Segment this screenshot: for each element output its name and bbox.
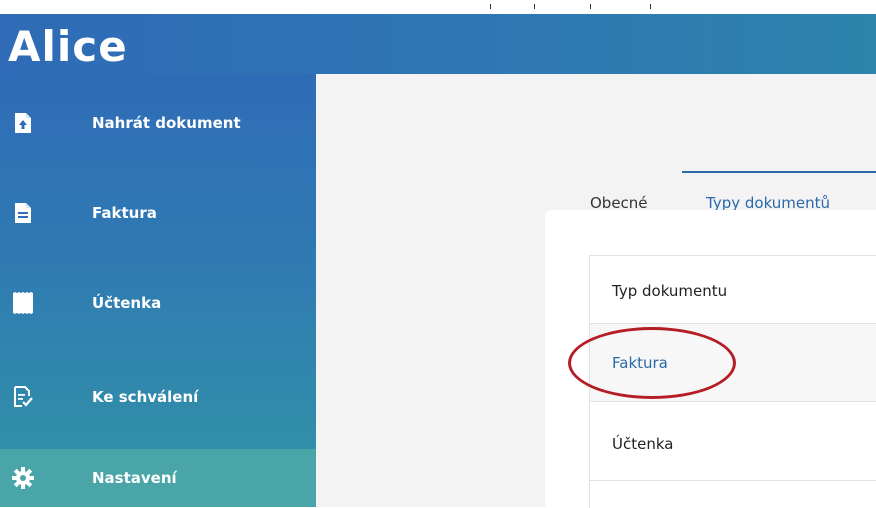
sidebar-item-invoice[interactable]: Faktura [0, 184, 316, 242]
upload-file-icon [12, 110, 34, 136]
active-tab-indicator [682, 171, 876, 173]
document-type-link[interactable]: Faktura [612, 354, 668, 372]
sidebar-item-receipt[interactable]: Účtenka [0, 274, 316, 332]
column-header-document-type: Typ dokumentu [612, 282, 728, 300]
receipt-icon [12, 290, 34, 316]
table-row[interactable]: Faktura [590, 324, 876, 402]
document-icon [12, 200, 34, 226]
sidebar-item-label: Nastavení [92, 469, 177, 487]
document-types-table: Typ dokumentu Faktura Účtenka [589, 255, 876, 508]
top-bar: Alice [0, 14, 876, 74]
sidebar-item-label: Ke schválení [92, 388, 199, 406]
table-row[interactable]: Účtenka [590, 402, 876, 481]
sidebar-item-for-approval[interactable]: Ke schválení [0, 368, 316, 426]
sidebar-item-settings[interactable]: Nastavení [0, 449, 316, 507]
sidebar: Nahrát dokument Faktura Účtenka Ke schvá… [0, 74, 316, 507]
gear-icon [12, 465, 34, 491]
document-type-name: Účtenka [612, 435, 674, 453]
table-header-row: Typ dokumentu [590, 256, 876, 324]
sidebar-item-upload-document[interactable]: Nahrát dokument [0, 94, 316, 152]
top-edge-marks [490, 4, 670, 14]
app-logo[interactable]: Alice [8, 26, 128, 68]
approval-document-icon [12, 384, 34, 410]
sidebar-item-label: Nahrát dokument [92, 114, 241, 132]
sidebar-item-label: Účtenka [92, 294, 162, 312]
sidebar-item-label: Faktura [92, 204, 157, 222]
